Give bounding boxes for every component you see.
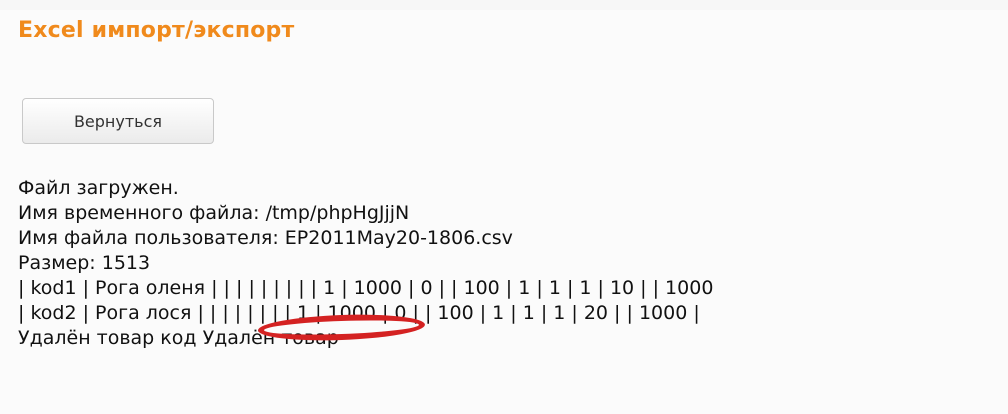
deleted-product-message: Удалён товар код Удалён товар (18, 327, 339, 349)
log-line-product-kod2: | kod2 | Рога лося | | | | | | | | 1 | 1… (18, 302, 700, 324)
excel-import-export-page: Excel импорт/экспорт Вернуться Файл загр… (0, 0, 1008, 414)
log-line-user-file-name: Имя файла пользователя: EP2011May20-1806… (18, 227, 513, 249)
log-line-temp-file-name: Имя временного файла: /tmp/phpHgJjjN (18, 202, 410, 224)
log-line-deleted-product: Удалён товар код Удалён товар (18, 312, 426, 351)
page-title: Excel импорт/экспорт (18, 18, 295, 43)
back-button[interactable]: Вернуться (22, 98, 214, 144)
top-band (0, 0, 1008, 10)
log-line-product-kod1: | kod1 | Рога оленя | | | | | | | | | 1 … (18, 277, 714, 299)
upload-log: Файл загружен. Имя временного файла: /tm… (18, 176, 1008, 351)
log-line-file-uploaded: Файл загружен. (18, 177, 179, 199)
log-line-size: Размер: 1513 (18, 252, 151, 274)
